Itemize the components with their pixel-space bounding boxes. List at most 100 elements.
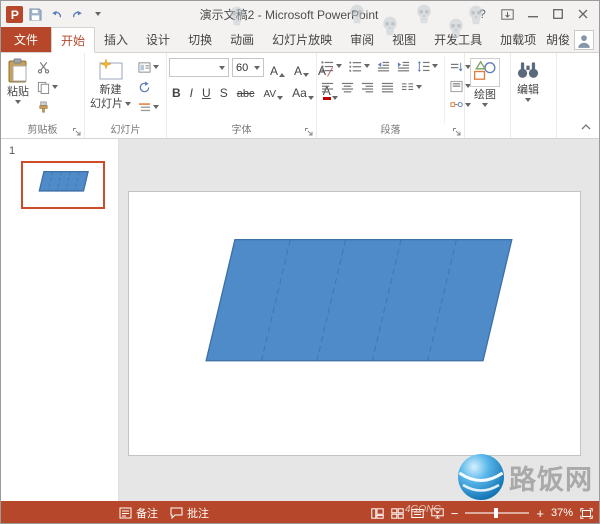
numbering-button[interactable]: [347, 58, 372, 74]
comments-button[interactable]: 批注: [170, 505, 209, 521]
numbered-list-icon: [349, 60, 362, 73]
chevron-down-icon: [95, 12, 101, 16]
tab-home[interactable]: 开始: [51, 27, 95, 53]
maximize-button[interactable]: [545, 3, 570, 25]
zoom-out-button[interactable]: −: [451, 507, 459, 520]
justify-button[interactable]: [379, 79, 396, 95]
columns-icon: [401, 81, 414, 94]
redo-button[interactable]: [67, 4, 87, 24]
powerpoint-logo-icon[interactable]: P: [5, 5, 23, 23]
italic-button[interactable]: I: [187, 82, 196, 100]
strikethrough-button[interactable]: abc: [234, 82, 258, 100]
character-spacing-button[interactable]: AV: [260, 82, 286, 100]
columns-button[interactable]: [399, 79, 424, 95]
font-dialog-launcher[interactable]: [303, 125, 314, 136]
copy-icon: [37, 81, 50, 94]
triangle-down-icon: [303, 73, 309, 77]
normal-view-button[interactable]: [371, 508, 384, 519]
chevron-down-icon: [254, 66, 260, 70]
paragraph-group: 段落: [317, 53, 465, 138]
align-left-button[interactable]: [319, 79, 336, 95]
tab-slideshow[interactable]: 幻灯片放映: [263, 27, 341, 52]
section-button[interactable]: [136, 99, 161, 115]
clipboard-dialog-launcher[interactable]: [71, 125, 82, 136]
format-painter-button[interactable]: [35, 99, 60, 115]
user-account[interactable]: 胡俊: [546, 27, 594, 52]
smartart-icon: [450, 99, 463, 112]
paste-clipboard-icon: [6, 58, 30, 84]
minimize-button[interactable]: [520, 3, 545, 25]
undo-button[interactable]: [46, 4, 66, 24]
line-spacing-button[interactable]: [415, 58, 440, 74]
bold-button[interactable]: B: [169, 82, 184, 100]
chevron-down-icon: [336, 64, 342, 68]
chevron-down-icon: [52, 85, 58, 89]
tab-design[interactable]: 设计: [137, 27, 179, 52]
increase-indent-button[interactable]: [395, 58, 412, 74]
copy-button[interactable]: [35, 79, 60, 95]
bullet-list-icon: [321, 60, 334, 73]
tab-file[interactable]: 文件: [1, 27, 51, 52]
ribbon-display-options-button[interactable]: [495, 3, 520, 25]
close-button[interactable]: [570, 3, 595, 25]
tab-insert[interactable]: 插入: [95, 27, 137, 52]
tab-developer[interactable]: 开发工具: [425, 27, 491, 52]
tab-addins[interactable]: 加载项: [491, 27, 545, 52]
ribbon-tab-bar: 文件 开始 插入 设计 切换 动画 幻灯片放映 审阅 视图 开发工具 加载项 胡…: [1, 27, 599, 53]
notes-button[interactable]: 备注: [119, 505, 158, 521]
slide-sorter-button[interactable]: [391, 508, 404, 519]
tab-view[interactable]: 视图: [383, 27, 425, 52]
fit-to-window-icon: [580, 508, 593, 519]
zoom-percentage[interactable]: 37%: [551, 507, 573, 519]
new-slide-button[interactable]: 新建 幻灯片: [87, 56, 134, 123]
tab-review[interactable]: 审阅: [341, 27, 383, 52]
chevron-down-icon: [219, 66, 225, 70]
cut-button[interactable]: [35, 59, 60, 75]
slide-thumbnail[interactable]: [21, 161, 105, 209]
font-name-select[interactable]: [169, 58, 229, 77]
user-name: 胡俊: [546, 31, 570, 48]
paragraph-dialog-launcher[interactable]: [451, 125, 462, 136]
align-center-button[interactable]: [339, 79, 356, 95]
zoom-in-button[interactable]: +: [536, 507, 544, 520]
bullets-button[interactable]: [319, 58, 344, 74]
slideshow-button[interactable]: [431, 508, 444, 519]
reading-view-button[interactable]: [411, 508, 424, 519]
clipboard-group: 粘贴 剪贴板: [1, 53, 85, 138]
editing-button[interactable]: 编辑: [513, 56, 543, 123]
binoculars-find-icon: [516, 58, 540, 82]
slides-group: 新建 幻灯片 幻灯片: [85, 53, 167, 138]
paste-button[interactable]: 粘贴: [3, 56, 33, 123]
decrease-font-size-button[interactable]: A: [291, 59, 312, 77]
align-right-button[interactable]: [359, 79, 376, 95]
dialog-launcher-icon: [452, 127, 462, 137]
fit-slide-button[interactable]: [580, 508, 593, 519]
tab-transitions[interactable]: 切换: [179, 27, 221, 52]
comment-bubble-icon: [170, 507, 183, 519]
text-shadow-button[interactable]: S: [217, 82, 231, 100]
chevron-down-icon: [482, 103, 488, 107]
paragraph-group-label: 段落: [317, 125, 464, 137]
save-button[interactable]: [25, 4, 45, 24]
slide-canvas[interactable]: [128, 191, 581, 456]
align-right-icon: [361, 81, 374, 94]
parallelogram-shape[interactable]: [129, 192, 580, 455]
qat-customize-dropdown[interactable]: [88, 4, 108, 24]
change-case-button[interactable]: Aa: [289, 82, 317, 100]
window-title: 演示文稿2 - Microsoft PowerPoint: [110, 6, 468, 23]
underline-button[interactable]: U: [199, 82, 214, 100]
zoom-slider-thumb[interactable]: [494, 508, 498, 518]
tab-animations[interactable]: 动画: [221, 27, 263, 52]
decrease-indent-button[interactable]: [375, 58, 392, 74]
collapse-ribbon-button[interactable]: [579, 116, 593, 135]
indent-icon: [397, 60, 410, 73]
outdent-icon: [377, 60, 390, 73]
help-button[interactable]: ?: [470, 3, 495, 25]
slide-layout-button[interactable]: [136, 59, 161, 75]
drawing-button[interactable]: 绘图: [467, 56, 503, 123]
increase-font-size-button[interactable]: A: [267, 59, 288, 77]
font-size-select[interactable]: 60: [232, 58, 264, 77]
zoom-slider[interactable]: [465, 512, 529, 514]
reset-slide-button[interactable]: [136, 79, 161, 95]
svg-text:P: P: [10, 7, 18, 21]
